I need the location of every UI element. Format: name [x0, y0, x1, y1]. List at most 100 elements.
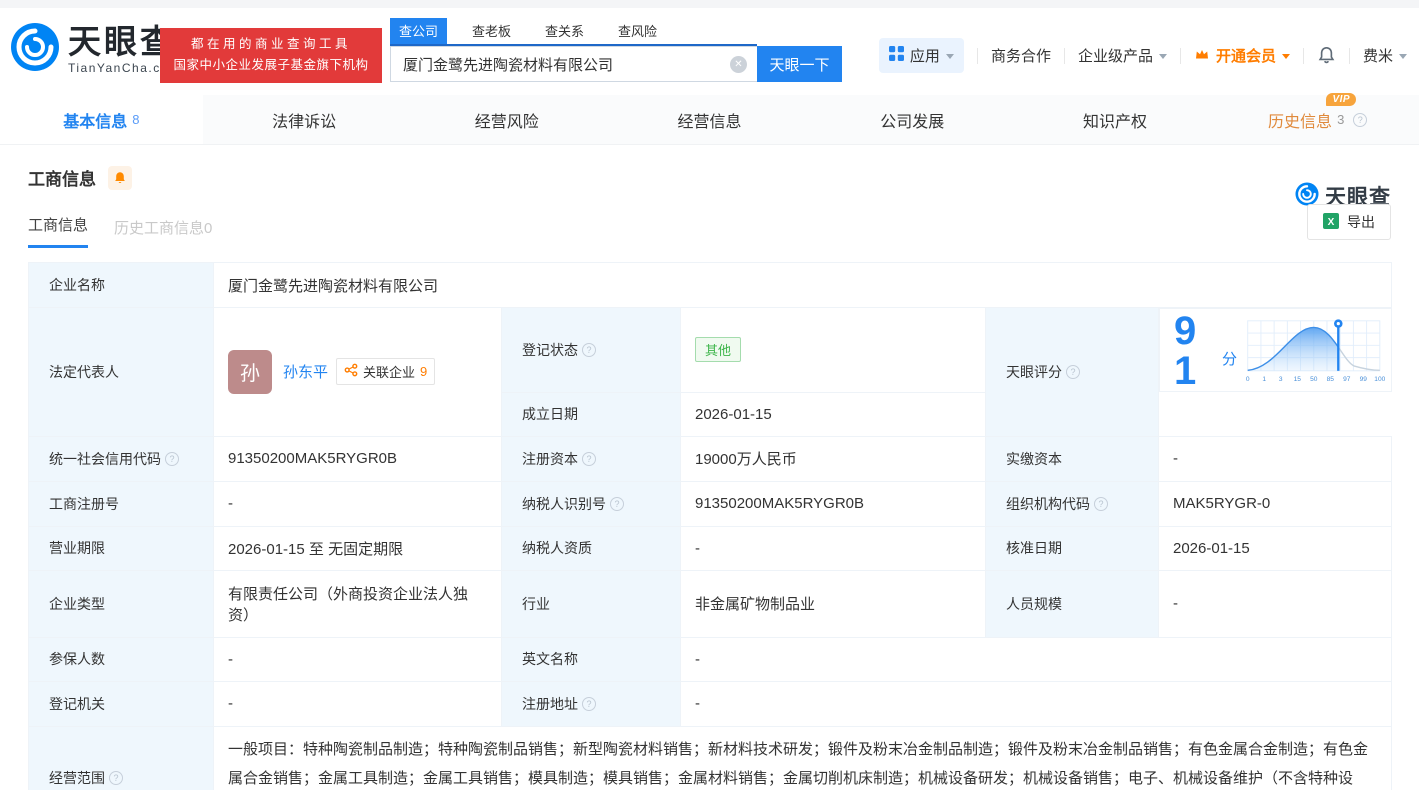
svg-text:85: 85 — [1327, 376, 1335, 383]
svg-text:0: 0 — [1246, 376, 1250, 383]
field-value-legal-rep: 孙 孙东平 关联企业 9 — [214, 308, 502, 437]
tab-history-info[interactable]: 历史信息 VIP 3 ? — [1216, 95, 1419, 144]
field-value-reg-address: - — [681, 681, 1392, 726]
field-value-reg-authority: - — [214, 681, 502, 726]
table-row: 经营范围? 一般项目：特种陶瓷制品制造；特种陶瓷制品销售；新型陶瓷材料销售；新材… — [29, 726, 1392, 790]
tab-label: 基本信息 — [63, 108, 127, 132]
vip-badge: VIP — [1326, 93, 1356, 106]
slogan-banner: 都在用的商业查询工具 国家中小企业发展子基金旗下机构 — [160, 28, 382, 83]
search-input[interactable] — [390, 46, 757, 82]
field-label-reg-address: 注册地址? — [502, 681, 681, 726]
score-axis-ticks: 0 1 3 15 50 85 97 99 100 — [1246, 376, 1385, 383]
table-row: 统一社会信用代码? 91350200MAK5RYGR0B 注册资本? 19000… — [29, 436, 1392, 481]
field-label-reg-number: 工商注册号 — [29, 481, 214, 526]
related-companies-count: 9 — [420, 364, 427, 379]
help-icon[interactable]: ? — [1353, 113, 1367, 127]
help-icon[interactable]: ? — [610, 497, 624, 511]
help-icon[interactable]: ? — [582, 697, 596, 711]
nav-divider — [977, 48, 978, 64]
field-label-company-type: 企业类型 — [29, 570, 214, 637]
nav-divider — [1303, 48, 1304, 64]
help-icon[interactable]: ? — [1094, 497, 1108, 511]
help-icon[interactable]: ? — [582, 343, 596, 357]
search-tab-risk[interactable]: 查风险 — [609, 18, 666, 44]
clear-search-icon[interactable]: ✕ — [730, 56, 747, 73]
score-distribution-chart: 0 1 3 15 50 85 97 99 100 — [1243, 314, 1385, 388]
subtab-business-info[interactable]: 工商信息 — [28, 214, 88, 248]
notification-bell-icon[interactable] — [1317, 46, 1336, 65]
field-label-staff-size: 人员规模 — [986, 570, 1159, 637]
related-companies-badge[interactable]: 关联企业 9 — [336, 358, 435, 385]
help-icon[interactable]: ? — [165, 452, 179, 466]
nav-enterprise-label: 企业级产品 — [1078, 45, 1153, 66]
related-companies-label: 关联企业 — [363, 362, 415, 381]
slogan-line1: 都在用的商业查询工具 — [164, 34, 378, 55]
table-row: 企业类型 有限责任公司（外商投资企业法人独资） 行业 非金属矿物制品业 人员规模… — [29, 570, 1392, 637]
field-label-business-term: 营业期限 — [29, 526, 214, 570]
field-label-taxpayer-id: 纳税人识别号? — [502, 481, 681, 526]
help-icon[interactable]: ? — [109, 771, 123, 785]
tab-operation-risk[interactable]: 经营风险 — [405, 95, 608, 144]
field-value-business-scope: 一般项目：特种陶瓷制品制造；特种陶瓷制品销售；新型陶瓷材料销售；新材料技术研发；… — [214, 726, 1392, 790]
field-label-credit-code: 统一社会信用代码? — [29, 436, 214, 481]
nav-business-coop[interactable]: 商务合作 — [991, 45, 1051, 66]
field-label-org-code: 组织机构代码? — [986, 481, 1159, 526]
search-tab-boss[interactable]: 查老板 — [463, 18, 520, 44]
status-badge: 其他 — [695, 337, 741, 362]
field-value-reg-number: - — [214, 481, 502, 526]
tab-count: 8 — [132, 112, 139, 127]
field-value-taxpayer-quality: - — [681, 526, 986, 570]
subtab-history-business-info[interactable]: 历史工商信息0 — [114, 217, 212, 248]
help-icon[interactable]: ? — [582, 452, 596, 466]
excel-icon: X — [1323, 213, 1339, 232]
help-icon[interactable]: ? — [1066, 365, 1080, 379]
company-tab-bar: 基本信息 8 法律诉讼 经营风险 经营信息 公司发展 知识产权 历史信息 VIP… — [0, 95, 1419, 145]
legal-rep-avatar: 孙 — [228, 350, 272, 394]
field-value-industry: 非金属矿物制品业 — [681, 570, 986, 637]
chevron-down-icon — [946, 54, 954, 59]
site-header: 天眼查 TianYanCha.com 都在用的商业查询工具 国家中小企业发展子基… — [0, 8, 1419, 95]
search-tab-relation[interactable]: 查关系 — [536, 18, 593, 44]
tab-label: 公司发展 — [880, 108, 944, 132]
nav-apps[interactable]: 应用 — [879, 38, 964, 73]
field-label-company-name: 企业名称 — [29, 263, 214, 308]
tab-operation-info[interactable]: 经营信息 — [608, 95, 811, 144]
table-row: 工商注册号 - 纳税人识别号? 91350200MAK5RYGR0B 组织机构代… — [29, 481, 1392, 526]
nav-user[interactable]: 费米 — [1363, 45, 1407, 66]
svg-text:15: 15 — [1294, 376, 1302, 383]
tab-label: 法律诉讼 — [272, 108, 336, 132]
svg-text:3: 3 — [1279, 376, 1283, 383]
table-row: 法定代表人 孙 孙东平 关联企业 9 — [29, 308, 1392, 393]
field-label-legal-rep: 法定代表人 — [29, 308, 214, 437]
svg-text:50: 50 — [1310, 376, 1318, 383]
svg-text:X: X — [1328, 217, 1335, 228]
nav-open-vip[interactable]: 开通会员 — [1194, 45, 1290, 66]
field-label-reg-capital: 注册资本? — [502, 436, 681, 481]
field-value-insured-count: - — [214, 637, 502, 681]
search-tabs: 查公司 查老板 查关系 查风险 — [390, 18, 757, 46]
search-button[interactable]: 天眼一下 — [757, 46, 842, 82]
tab-label: 知识产权 — [1083, 108, 1147, 132]
monitor-bell-icon[interactable] — [108, 166, 132, 190]
field-value-credit-code: 91350200MAK5RYGR0B — [214, 436, 502, 481]
business-info-section: 工商信息 天眼查 工商信息 历史工商信息0 X — [0, 165, 1419, 248]
legal-rep-name-link[interactable]: 孙东平 — [283, 361, 328, 382]
search-tab-company[interactable]: 查公司 — [390, 18, 447, 44]
tab-legal-litigation[interactable]: 法律诉讼 — [203, 95, 406, 144]
field-value-business-term: 2026-01-15 至 无固定期限 — [214, 526, 502, 570]
field-label-insured-count: 参保人数 — [29, 637, 214, 681]
field-label-industry: 行业 — [502, 570, 681, 637]
export-button[interactable]: X 导出 — [1307, 204, 1391, 240]
field-label-english-name: 英文名称 — [502, 637, 681, 681]
tab-intellectual-property[interactable]: 知识产权 — [1014, 95, 1217, 144]
table-row: 参保人数 - 英文名称 - — [29, 637, 1392, 681]
field-value-approval-date: 2026-01-15 — [1159, 526, 1392, 570]
table-row: 营业期限 2026-01-15 至 无固定期限 纳税人资质 - 核准日期 202… — [29, 526, 1392, 570]
tianyancha-logo[interactable]: 天眼查 TianYanCha.com — [10, 22, 180, 77]
tab-company-development[interactable]: 公司发展 — [811, 95, 1014, 144]
tab-basic-info[interactable]: 基本信息 8 — [0, 95, 203, 144]
field-value-org-code: MAK5RYGR-0 — [1159, 481, 1392, 526]
nav-enterprise-products[interactable]: 企业级产品 — [1078, 45, 1167, 66]
tianyancha-logo-icon — [10, 22, 60, 77]
export-label: 导出 — [1347, 212, 1375, 232]
